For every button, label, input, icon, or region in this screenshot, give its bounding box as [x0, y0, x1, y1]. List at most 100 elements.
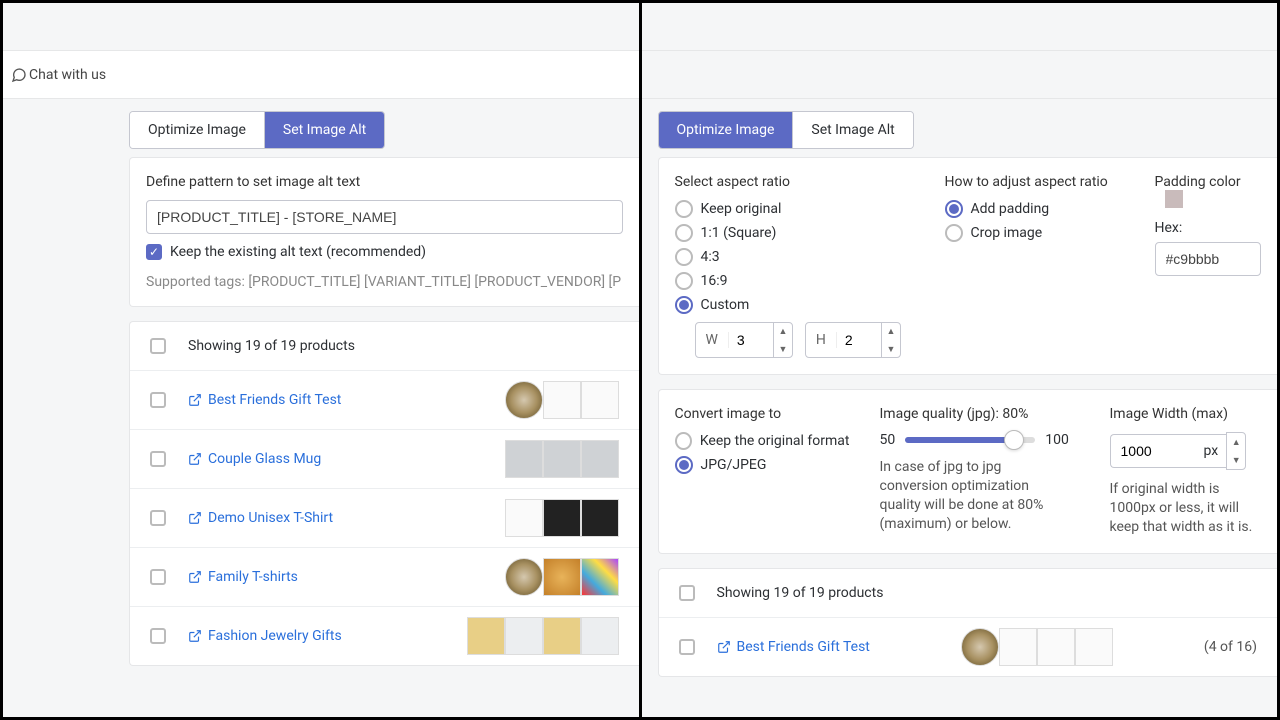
radio-label: Add padding — [971, 201, 1050, 217]
aspect-keep-original-radio[interactable] — [675, 200, 693, 218]
tab-optimize-image[interactable]: Optimize Image — [130, 112, 265, 148]
slider-min: 50 — [880, 432, 896, 448]
quality-slider[interactable]: 50 100 — [880, 432, 1080, 448]
external-link-icon — [188, 570, 202, 584]
stepper-up-icon[interactable]: ▲ — [882, 322, 900, 340]
topbar — [642, 3, 1278, 51]
product-name: Family T-shirts — [208, 569, 298, 585]
thumb-icon — [505, 440, 543, 478]
aspect-card: Select aspect ratio Keep original 1:1 (S… — [658, 157, 1278, 375]
thumb-icon — [581, 381, 619, 419]
external-link-icon — [717, 640, 731, 654]
adjust-crop-radio[interactable] — [945, 224, 963, 242]
tab-set-image-alt[interactable]: Set Image Alt — [265, 112, 384, 148]
adjust-title: How to adjust aspect ratio — [945, 174, 1125, 190]
product-link[interactable]: Couple Glass Mug — [188, 451, 321, 467]
stepper-up-icon[interactable]: ▲ — [1227, 433, 1245, 451]
width-input[interactable]: W ▲▼ — [695, 322, 793, 358]
thumb-icon — [467, 617, 505, 655]
radio-label: Custom — [701, 297, 750, 313]
alt-pattern-input[interactable] — [146, 200, 623, 234]
tabs: Optimize Image Set Image Alt — [658, 111, 914, 149]
thumb-icon — [581, 558, 619, 596]
product-list-card: Showing 19 of 19 products Best Friends G… — [129, 321, 639, 666]
product-thumbs — [961, 628, 1113, 666]
thumb-icon — [505, 617, 543, 655]
aspect-4-3-radio[interactable] — [675, 248, 693, 266]
height-input[interactable]: H ▲▼ — [805, 322, 901, 358]
thumb-icon — [999, 628, 1037, 666]
thumb-icon — [581, 440, 619, 478]
thumb-icon — [505, 381, 543, 419]
product-name: Best Friends Gift Test — [737, 639, 870, 655]
thumb-icon — [581, 617, 619, 655]
product-name: Demo Unisex T-Shirt — [208, 510, 333, 526]
product-link[interactable]: Best Friends Gift Test — [717, 639, 870, 655]
topbar — [3, 3, 639, 51]
padding-color-title: Padding color — [1155, 174, 1262, 208]
pane-optimize-image: Optimize Image Set Image Alt Select aspe… — [642, 3, 1278, 717]
image-count: (4 of 16) — [1204, 639, 1257, 655]
thumb-icon — [543, 499, 581, 537]
hex-input[interactable] — [1155, 242, 1262, 276]
product-checkbox[interactable] — [150, 510, 166, 526]
color-swatch[interactable] — [1165, 190, 1183, 208]
convert-card: Convert image to Keep the original forma… — [658, 389, 1278, 554]
convert-keep-radio[interactable] — [675, 432, 692, 450]
thumb-icon — [505, 499, 543, 537]
chat-with-us[interactable]: Chat with us — [3, 51, 639, 99]
product-checkbox[interactable] — [150, 451, 166, 467]
stepper-down-icon[interactable]: ▼ — [1227, 451, 1245, 469]
define-pattern-label: Define pattern to set image alt text — [146, 174, 623, 190]
alt-pattern-card: Define pattern to set image alt text Kee… — [129, 157, 639, 307]
product-thumbs — [505, 558, 619, 596]
thumb-icon — [1037, 628, 1075, 666]
keep-existing-checkbox[interactable] — [146, 244, 162, 260]
adjust-padding-radio[interactable] — [945, 200, 963, 218]
select-all-checkbox[interactable] — [150, 338, 166, 354]
radio-label: Crop image — [971, 225, 1043, 241]
radio-label: 4:3 — [701, 249, 720, 265]
select-all-checkbox[interactable] — [679, 585, 695, 601]
aspect-1-1-radio[interactable] — [675, 224, 693, 242]
aspect-custom-radio[interactable] — [675, 296, 693, 314]
thumb-icon — [543, 381, 581, 419]
stepper-up-icon[interactable]: ▲ — [774, 322, 792, 340]
product-link[interactable]: Demo Unisex T-Shirt — [188, 510, 333, 526]
tab-optimize-image[interactable]: Optimize Image — [659, 112, 794, 148]
product-link[interactable]: Fashion Jewelry Gifts — [188, 628, 342, 644]
tab-set-image-alt[interactable]: Set Image Alt — [793, 112, 912, 148]
stepper-down-icon[interactable]: ▼ — [774, 340, 792, 358]
product-link[interactable]: Family T-shirts — [188, 569, 298, 585]
product-link[interactable]: Best Friends Gift Test — [188, 392, 341, 408]
radio-label: 16:9 — [701, 273, 728, 289]
external-link-icon — [188, 511, 202, 525]
radio-label: JPG/JPEG — [701, 457, 767, 473]
product-thumbs — [505, 440, 619, 478]
product-checkbox[interactable] — [679, 639, 695, 655]
product-name: Couple Glass Mug — [208, 451, 321, 467]
product-name: Fashion Jewelry Gifts — [208, 628, 342, 644]
aspect-16-9-radio[interactable] — [675, 272, 693, 290]
product-thumbs — [505, 381, 619, 419]
radio-label: Keep original — [701, 201, 782, 217]
chat-label: Chat with us — [29, 67, 106, 83]
hex-label: Hex: — [1155, 220, 1262, 236]
product-checkbox[interactable] — [150, 569, 166, 585]
product-name: Best Friends Gift Test — [208, 392, 341, 408]
chat-icon — [11, 67, 27, 83]
thumb-icon — [581, 499, 619, 537]
product-checkbox[interactable] — [150, 392, 166, 408]
supported-tags-text: Supported tags: [PRODUCT_TITLE] [VARIANT… — [146, 274, 623, 290]
radio-label: Keep the original format — [700, 433, 850, 449]
product-thumbs — [467, 617, 619, 655]
external-link-icon — [188, 452, 202, 466]
product-checkbox[interactable] — [150, 628, 166, 644]
external-link-icon — [188, 393, 202, 407]
thumb-icon — [543, 558, 581, 596]
convert-jpg-radio[interactable] — [675, 456, 693, 474]
stepper-down-icon[interactable]: ▼ — [882, 340, 900, 358]
slider-max: 100 — [1045, 432, 1069, 448]
max-width-input[interactable]: px ▲▼ — [1110, 432, 1262, 470]
thumb-icon — [1075, 628, 1113, 666]
